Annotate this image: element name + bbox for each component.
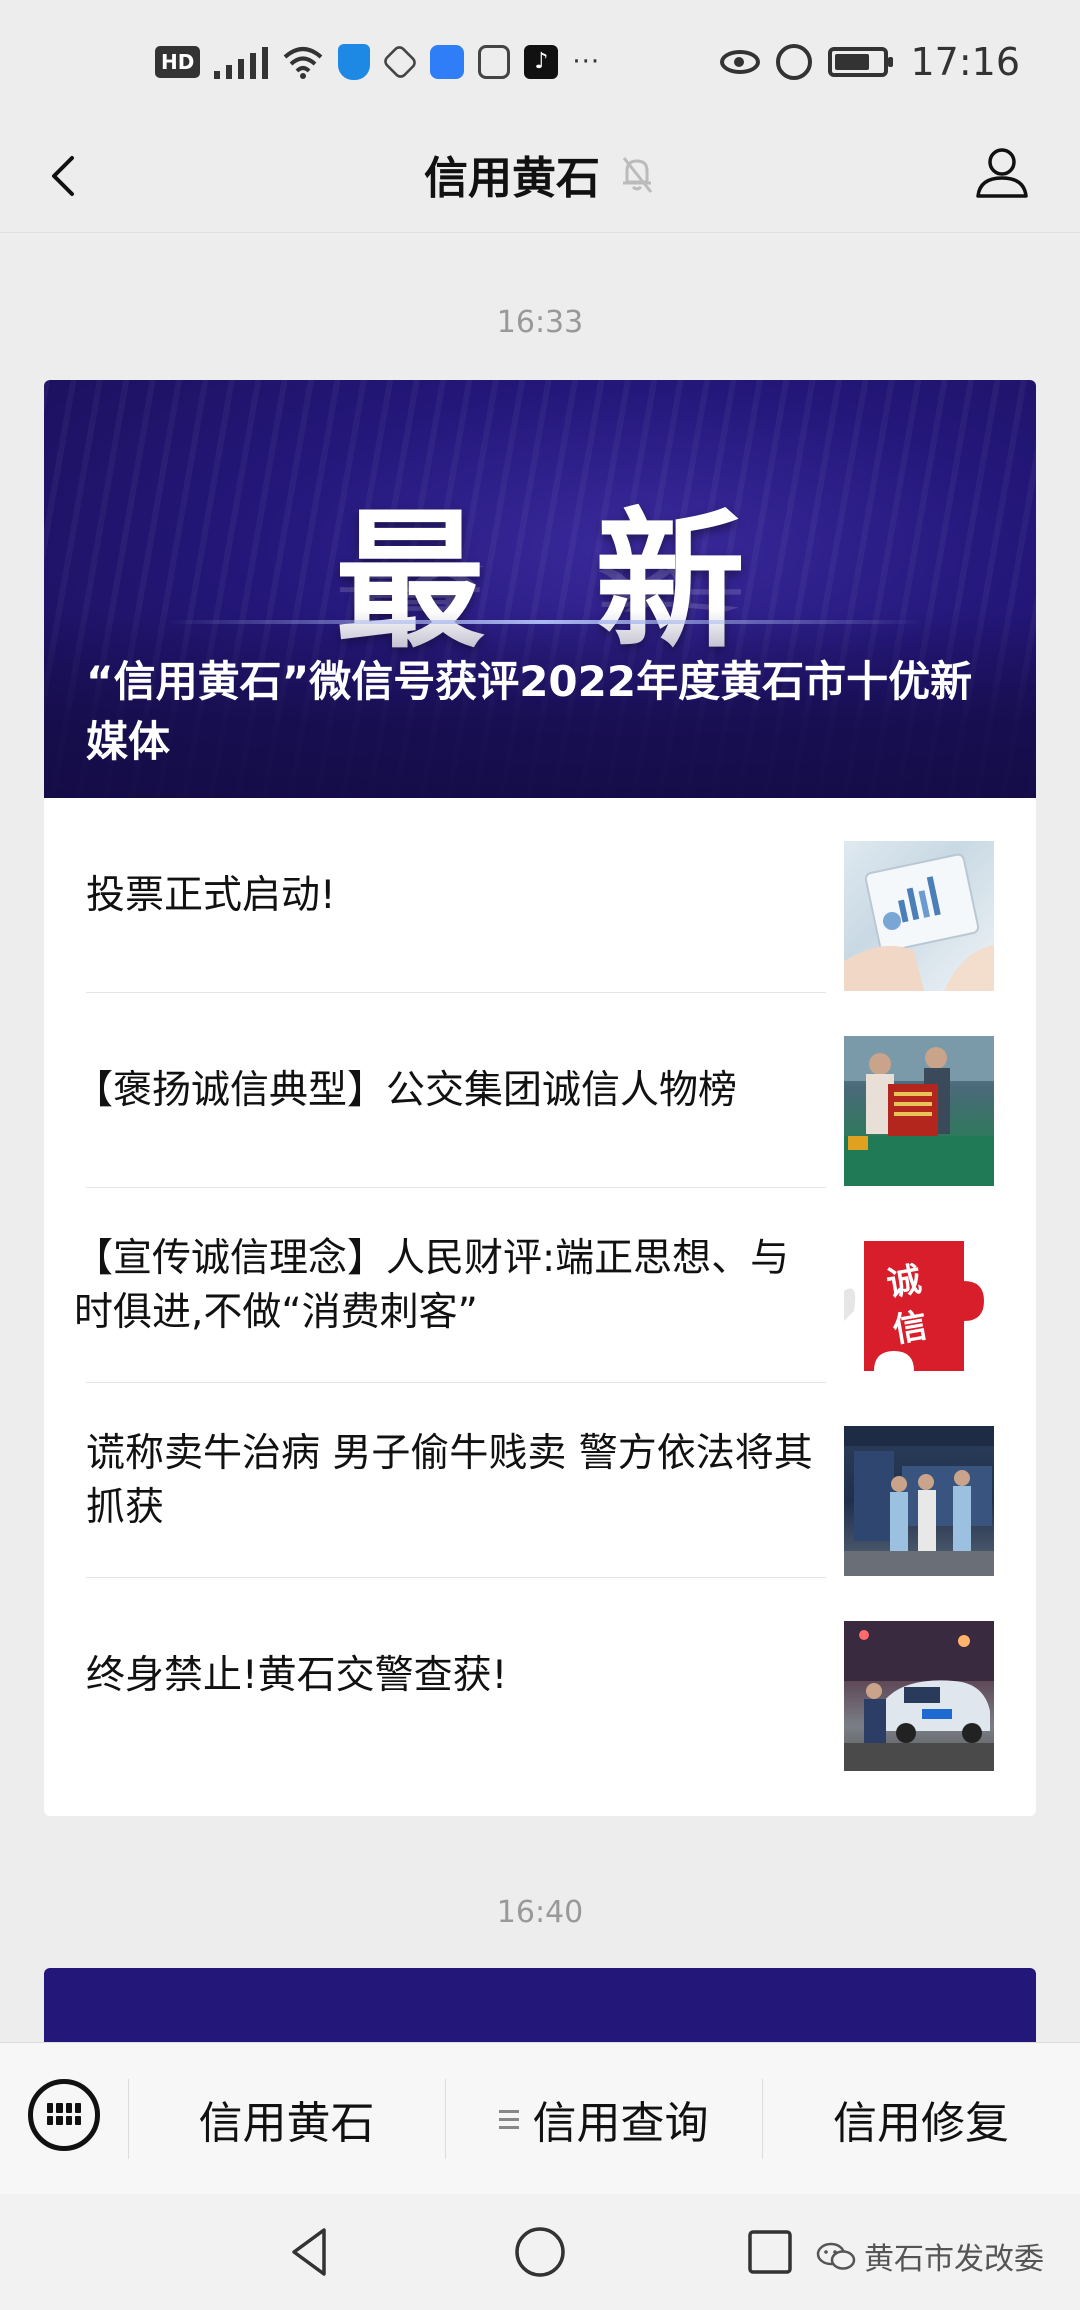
article-card: 最新 最新 “信用黄石”微信号获评2022年度黄石市十优新媒体 投票正式启动! … bbox=[44, 380, 1036, 1816]
recents-square-icon[interactable] bbox=[740, 2222, 800, 2282]
status-icons-left: HD ♪ ··· bbox=[155, 38, 600, 86]
svg-text:诚: 诚 bbox=[884, 1260, 924, 1305]
article-item[interactable]: 终身禁止!黄石交警查获! bbox=[44, 1578, 1036, 1773]
article-item[interactable]: 谎称卖牛治病 男子偷牛贱卖 警方依法将其抓获 bbox=[44, 1383, 1036, 1578]
menu-label: 信用黄石 bbox=[198, 2098, 375, 2149]
menu-button-credit-query[interactable]: 信用查询 bbox=[445, 2043, 762, 2195]
tiktok-icon: ♪ bbox=[524, 45, 559, 79]
wechat-icon bbox=[816, 2242, 856, 2270]
cloud-icon bbox=[430, 45, 465, 79]
more-icon: ··· bbox=[572, 47, 601, 77]
bell-off-icon bbox=[622, 157, 653, 193]
list-icon bbox=[498, 2108, 519, 2130]
bus-banner-photo bbox=[844, 1036, 994, 1186]
chat-header: 信用黄石 bbox=[0, 120, 1080, 233]
battery-icon bbox=[828, 47, 894, 77]
official-account-menu: 信用黄石 信用查询 信用修复 bbox=[0, 2042, 1080, 2195]
menu-label: 信用查询 bbox=[532, 2098, 709, 2149]
traffic-police-photo bbox=[844, 1621, 994, 1771]
signal-icon bbox=[214, 45, 269, 79]
menu-label: 信用修复 bbox=[833, 2098, 1009, 2149]
tablet-chart-image bbox=[844, 841, 994, 991]
hd-icon: HD bbox=[155, 46, 201, 78]
system-navigation: 黄石市发改委 bbox=[0, 2194, 1080, 2310]
page-title: 信用黄石 bbox=[424, 153, 600, 204]
article-title: 谎称卖牛治病 男子偷牛贱卖 警方依法将其抓获 bbox=[86, 1430, 813, 1530]
menu-button-credit-repair[interactable]: 信用修复 bbox=[762, 2043, 1080, 2195]
person-icon[interactable] bbox=[972, 142, 1032, 202]
shield-icon bbox=[338, 44, 371, 80]
back-triangle-icon[interactable] bbox=[280, 2222, 340, 2282]
eye-icon bbox=[720, 50, 761, 74]
police-station-photo bbox=[844, 1426, 994, 1576]
article-item[interactable]: 投票正式启动! bbox=[44, 798, 1036, 993]
source-watermark: 黄石市发改委 bbox=[816, 2234, 1044, 2278]
home-circle-icon[interactable] bbox=[510, 2222, 570, 2282]
article-title: 投票正式启动! bbox=[86, 872, 336, 918]
article-item[interactable]: 【宣传诚信理念】人民财评:端正思想、与时俱进,不做“消费刺客” 诚 信 bbox=[44, 1188, 1036, 1383]
status-time: 17:16 bbox=[910, 40, 1020, 84]
menu-button-credit-huangshi[interactable]: 信用黄石 bbox=[128, 2043, 445, 2195]
article-title: 终身禁止!黄石交警查获! bbox=[86, 1652, 508, 1698]
article-title: 【宣传诚信理念】人民财评:端正思想、与时俱进,不做“消费刺客” bbox=[74, 1235, 790, 1335]
message-timestamp: 16:33 bbox=[496, 305, 584, 340]
wifi-icon bbox=[284, 47, 323, 79]
cover-article[interactable]: 最新 最新 “信用黄石”微信号获评2022年度黄石市十优新媒体 bbox=[44, 380, 1036, 798]
svg-text:信: 信 bbox=[890, 1306, 930, 1351]
puzzle-integrity-image: 诚 信 bbox=[844, 1231, 994, 1381]
status-bar: HD ♪ ··· 17:16 bbox=[0, 0, 1080, 120]
article-item[interactable]: 【褒扬诚信典型】公交集团诚信人物榜 bbox=[44, 993, 1036, 1188]
alarm-icon bbox=[776, 44, 813, 80]
keyboard-icon[interactable] bbox=[28, 2079, 100, 2151]
cover-title: “信用黄石”微信号获评2022年度黄石市十优新媒体 bbox=[86, 657, 973, 766]
hexagon-icon bbox=[381, 43, 419, 81]
status-icons-right: 17:16 bbox=[720, 34, 1020, 90]
page-title-wrap: 信用黄石 bbox=[0, 142, 1080, 206]
next-article-card[interactable] bbox=[44, 1968, 1036, 2042]
article-title: 【褒扬诚信典型】公交集团诚信人物榜 bbox=[74, 1067, 738, 1113]
hand-icon bbox=[478, 45, 511, 79]
message-timestamp: 16:40 bbox=[496, 1895, 584, 1930]
watermark-text: 黄石市发改委 bbox=[864, 2242, 1044, 2277]
